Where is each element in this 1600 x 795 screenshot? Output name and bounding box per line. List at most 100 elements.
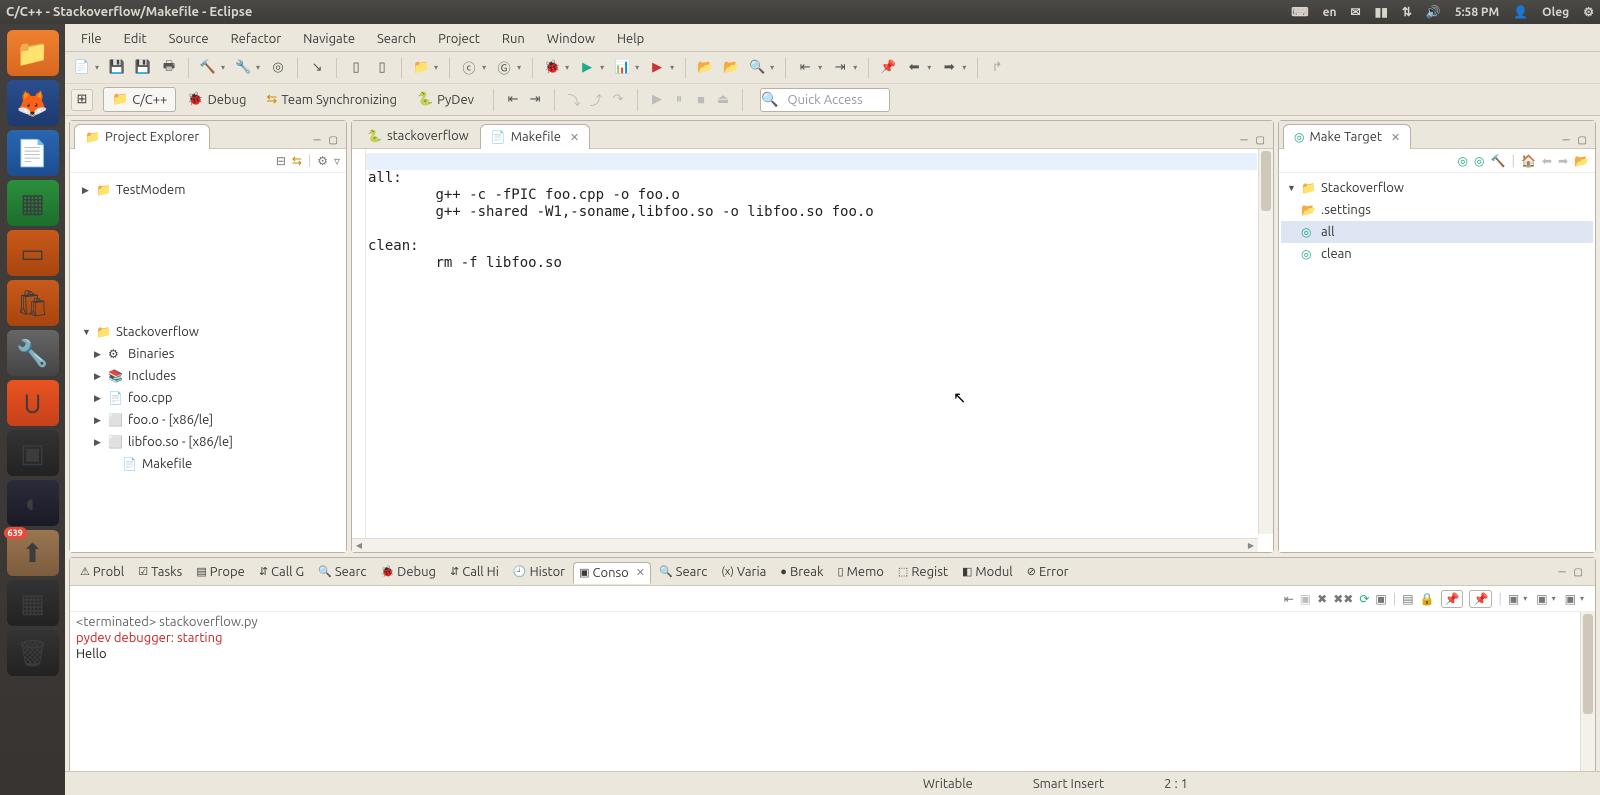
mt-minimize-icon[interactable]: ─ [1560, 132, 1571, 148]
fwd-icon[interactable]: ➡ [938, 57, 960, 79]
build-icon[interactable]: 🔨 [197, 57, 219, 79]
editor-body[interactable]: all: g++ -c -fPIC foo.cpp -o foo.o g++ -… [352, 149, 1273, 552]
editor-tab-makefile[interactable]: 📄Makefile✕ [480, 124, 590, 149]
cons-lock-icon[interactable]: 🔒 [1420, 592, 1435, 606]
stop-icon[interactable]: ■ [690, 89, 712, 111]
viewmenu-icon[interactable]: ▿ [334, 154, 340, 168]
launcher-software-icon[interactable]: 🛍 [7, 280, 59, 326]
cons-removeall2-icon[interactable]: ✖✖ [1333, 592, 1353, 606]
pin-icon[interactable]: 📌 [877, 57, 899, 79]
mt-maximize-icon[interactable]: ▢ [1576, 132, 1589, 148]
tab-registers[interactable]: ⬚Regist [892, 561, 954, 583]
make-target-tree[interactable]: ▼📁Stackoverflow 📂.settings ◎all ◎clean [1279, 173, 1595, 552]
buildall-icon[interactable]: 🔧 [232, 57, 254, 79]
tab-properties[interactable]: ▤Prope [190, 561, 250, 583]
newh-icon[interactable]: Ⓖ [493, 57, 515, 79]
close-icon[interactable]: ✕ [570, 131, 579, 144]
mt-home-icon[interactable]: 🏠 [1521, 154, 1536, 168]
tab-debug[interactable]: 🐞Debug [374, 561, 442, 583]
project-explorer-tab[interactable]: 📁Project Explorer [74, 124, 210, 149]
mt-item-stackoverflow[interactable]: ▼📁Stackoverflow [1281, 177, 1593, 199]
tab-problems[interactable]: ⚠Probl [74, 561, 130, 583]
launcher-eclipse-icon[interactable]: ◐ [7, 480, 59, 526]
close-icon[interactable]: ✕ [1391, 131, 1400, 144]
extrun-icon[interactable]: ▶ [646, 57, 668, 79]
menu-window[interactable]: Window [537, 26, 605, 50]
perspective-cpp[interactable]: 📁 C/C++ [103, 87, 176, 112]
editor-scrollbar-vertical[interactable] [1258, 149, 1273, 534]
cons-open-icon[interactable]: ▣ [1536, 592, 1547, 606]
launcher-writer-icon[interactable]: 📄 [7, 130, 59, 176]
collapse-icon[interactable]: ⊟ [276, 154, 286, 168]
perspective-pydev[interactable]: 🐍 PyDev [408, 87, 483, 112]
launcher-updates-icon[interactable]: ⬆639 [7, 530, 59, 576]
project-explorer-tree[interactable]: ▶📁TestModem ▼📁Stackoverflow ▶⚙Binaries ▶… [70, 173, 346, 552]
pe-menu-icon[interactable]: ⚙ [317, 154, 328, 168]
coverage-icon[interactable]: 📊 [611, 57, 633, 79]
cons-scroll-icon[interactable]: ▤ [1402, 592, 1413, 606]
mt-hide-icon[interactable]: 📂 [1574, 154, 1589, 168]
mt-item-settings[interactable]: 📂.settings [1281, 199, 1593, 221]
mt-back-icon[interactable]: ⬅ [1542, 154, 1552, 168]
maximize-icon[interactable]: ▢ [327, 132, 340, 148]
console-body[interactable]: <terminated> stackoverflow.py pydev debu… [70, 612, 1595, 776]
volume-icon[interactable]: 🔊 [1426, 5, 1441, 19]
folder1-icon[interactable]: 📂 [694, 57, 716, 79]
new-icon[interactable]: 📄 [71, 57, 93, 79]
search-icon[interactable]: 🔍 [746, 57, 768, 79]
cons-term-icon[interactable]: ⇤ [1284, 592, 1294, 606]
mt-item-all[interactable]: ◎all [1281, 221, 1593, 243]
menu-project[interactable]: Project [428, 26, 490, 50]
perspective-team[interactable]: ⇆ Team Synchronizing [257, 87, 406, 112]
tree-item-stackoverflow[interactable]: ▼📁Stackoverflow [74, 321, 342, 343]
tree-item-includes[interactable]: ▶📚Includes [74, 365, 342, 387]
persp-tool2-icon[interactable]: ⇥ [524, 89, 546, 111]
folder2-icon[interactable]: 📂 [720, 57, 742, 79]
step3-icon[interactable]: ↷ [607, 89, 629, 111]
cons-clear2-icon[interactable]: ▣ [1375, 592, 1386, 606]
target-icon[interactable]: ◎ [267, 57, 289, 79]
last-edit-icon[interactable]: ↱ [986, 57, 1008, 79]
tab-callgraph[interactable]: ⇵Call G [253, 561, 310, 583]
tree-item-makefile[interactable]: 📄Makefile [74, 453, 342, 475]
mt-fwd-icon[interactable]: ➡ [1558, 154, 1568, 168]
mt-edit-icon[interactable]: ◎ [1474, 154, 1484, 168]
menu-edit[interactable]: Edit [114, 26, 157, 50]
print-icon[interactable]: 🖶 [158, 57, 180, 79]
step2-icon[interactable]: ⤴ [585, 89, 607, 111]
launcher-workspace-icon[interactable]: ▦ [7, 580, 59, 626]
tool2-icon[interactable]: ▯ [345, 57, 367, 79]
launcher-files-icon[interactable]: 📁 [7, 30, 59, 76]
scroll-left-icon[interactable]: ◀ [352, 540, 366, 552]
mail-icon[interactable]: ✉ [1351, 5, 1361, 19]
perspective-debug[interactable]: 🐞 Debug [178, 87, 255, 112]
annot2-icon[interactable]: ⇥ [829, 57, 851, 79]
mt-build-icon[interactable]: 🔨 [1491, 154, 1506, 168]
power-icon[interactable]: ⚙ [1583, 5, 1594, 19]
tab-console[interactable]: ▣Conso✕ [573, 562, 651, 584]
back-icon[interactable]: ⬅ [903, 57, 925, 79]
cons-pin1-icon[interactable]: 📌 [1441, 590, 1464, 608]
tab-callhierarchy[interactable]: ⇵Call Hi [444, 561, 505, 583]
cons-new-icon[interactable]: ▣ [1565, 592, 1576, 606]
tool1-icon[interactable]: ↘ [306, 57, 328, 79]
tray-lang[interactable]: en [1323, 6, 1337, 19]
quick-access-input[interactable] [760, 88, 890, 112]
bottom-minimize-icon[interactable]: ─ [1556, 564, 1567, 580]
launcher-calc-icon[interactable]: ▦ [7, 180, 59, 226]
tab-search2[interactable]: 🔍Searc [653, 561, 713, 583]
make-target-tab[interactable]: ◎Make Target✕ [1283, 124, 1411, 149]
mt-item-clean[interactable]: ◎clean [1281, 243, 1593, 265]
link-icon[interactable]: ⇆ [292, 154, 302, 168]
debug-icon[interactable]: 🐞 [541, 57, 563, 79]
menu-navigate[interactable]: Navigate [293, 26, 365, 50]
menu-help[interactable]: Help [607, 26, 654, 50]
tree-item-testmodem[interactable]: ▶📁TestModem [74, 179, 342, 201]
saveall-icon[interactable]: 💾 [132, 57, 154, 79]
tab-modules[interactable]: ◧Modul [956, 561, 1019, 583]
cons-clear1-icon[interactable]: ⟳ [1359, 592, 1369, 606]
cons-pin2-icon[interactable]: 📌 [1469, 590, 1492, 608]
menu-run[interactable]: Run [492, 26, 535, 50]
tab-tasks[interactable]: ☑Tasks [132, 561, 188, 583]
tree-item-foocpp[interactable]: ▶📄foo.cpp [74, 387, 342, 409]
